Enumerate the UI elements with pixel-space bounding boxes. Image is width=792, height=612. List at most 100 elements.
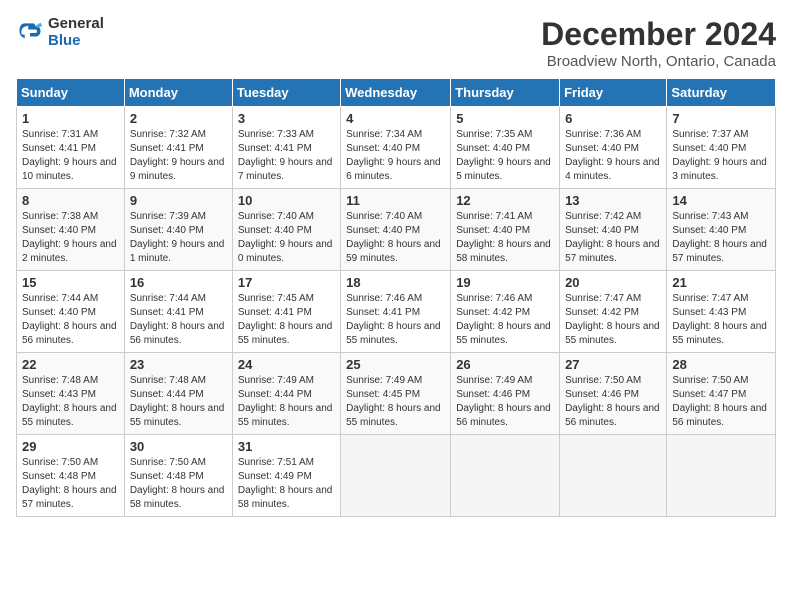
- day-number: 26: [456, 357, 554, 372]
- calendar-cell: 21 Sunrise: 7:47 AM Sunset: 4:43 PM Dayli…: [667, 271, 776, 353]
- day-number: 30: [130, 439, 227, 454]
- day-number: 3: [238, 111, 335, 126]
- calendar-cell: 9Sunrise: 7:39 AM Sunset: 4:40 PM Daylig…: [124, 189, 232, 271]
- column-header-sunday: Sunday: [17, 79, 125, 107]
- day-info: Sunrise: 7:36 AM Sunset: 4:40 PM Dayligh…: [565, 128, 661, 184]
- calendar-cell: [667, 435, 776, 517]
- day-info: Sunrise: 7:49 AM Sunset: 4:45 PM Dayligh…: [346, 374, 445, 430]
- title-area: December 2024 Broadview North, Ontario, …: [541, 16, 776, 70]
- day-info: Sunrise: 7:44 AM Sunset: 4:41 PM Dayligh…: [130, 292, 227, 348]
- day-info: Sunrise: 7:44 AM Sunset: 4:40 PM Dayligh…: [22, 292, 119, 348]
- day-info: Sunrise: 7:41 AM Sunset: 4:40 PM Dayligh…: [456, 210, 554, 266]
- logo-icon: [16, 19, 44, 47]
- day-number: 23: [130, 357, 227, 372]
- day-number: 14: [672, 193, 770, 208]
- day-number: 11: [346, 193, 445, 208]
- calendar-cell: 19 Sunrise: 7:46 AM Sunset: 4:42 PM Dayli…: [451, 271, 560, 353]
- day-number: 28: [672, 357, 770, 372]
- calendar-cell: [560, 435, 667, 517]
- calendar-cell: 7 Sunrise: 7:37 AM Sunset: 4:40 PM Daylig…: [667, 107, 776, 189]
- day-info: Sunrise: 7:33 AM Sunset: 4:41 PM Dayligh…: [238, 128, 335, 184]
- day-info: Sunrise: 7:47 AM Sunset: 4:43 PM Dayligh…: [672, 292, 770, 348]
- day-number: 8: [22, 193, 119, 208]
- day-number: 27: [565, 357, 661, 372]
- calendar-cell: 10Sunrise: 7:40 AM Sunset: 4:40 PM Dayli…: [232, 189, 340, 271]
- column-header-friday: Friday: [560, 79, 667, 107]
- logo-general-text: General: [48, 16, 104, 33]
- calendar-cell: 22 Sunrise: 7:48 AM Sunset: 4:43 PM Dayli…: [17, 353, 125, 435]
- day-number: 29: [22, 439, 119, 454]
- week-row-5: 29 Sunrise: 7:50 AM Sunset: 4:48 PM Dayli…: [17, 435, 776, 517]
- day-info: Sunrise: 7:47 AM Sunset: 4:42 PM Dayligh…: [565, 292, 661, 348]
- calendar-cell: 20 Sunrise: 7:47 AM Sunset: 4:42 PM Dayli…: [560, 271, 667, 353]
- day-number: 16: [130, 275, 227, 290]
- calendar-cell: 31Sunrise: 7:51 AM Sunset: 4:49 PM Dayli…: [232, 435, 340, 517]
- day-info: Sunrise: 7:39 AM Sunset: 4:40 PM Dayligh…: [130, 210, 227, 266]
- calendar-cell: 16 Sunrise: 7:44 AM Sunset: 4:41 PM Dayli…: [124, 271, 232, 353]
- day-number: 1: [22, 111, 119, 126]
- day-info: Sunrise: 7:49 AM Sunset: 4:44 PM Dayligh…: [238, 374, 335, 430]
- day-info: Sunrise: 7:51 AM Sunset: 4:49 PM Dayligh…: [238, 456, 335, 512]
- day-info: Sunrise: 7:40 AM Sunset: 4:40 PM Dayligh…: [238, 210, 335, 266]
- day-number: 2: [130, 111, 227, 126]
- week-row-1: 1Sunrise: 7:31 AM Sunset: 4:41 PM Daylig…: [17, 107, 776, 189]
- column-header-saturday: Saturday: [667, 79, 776, 107]
- day-info: Sunrise: 7:42 AM Sunset: 4:40 PM Dayligh…: [565, 210, 661, 266]
- day-number: 6: [565, 111, 661, 126]
- day-number: 12: [456, 193, 554, 208]
- day-number: 24: [238, 357, 335, 372]
- week-row-3: 15Sunrise: 7:44 AM Sunset: 4:40 PM Dayli…: [17, 271, 776, 353]
- calendar-cell: 23Sunrise: 7:48 AM Sunset: 4:44 PM Dayli…: [124, 353, 232, 435]
- calendar-cell: 25 Sunrise: 7:49 AM Sunset: 4:45 PM Dayli…: [341, 353, 451, 435]
- day-info: Sunrise: 7:38 AM Sunset: 4:40 PM Dayligh…: [22, 210, 119, 266]
- day-info: Sunrise: 7:34 AM Sunset: 4:40 PM Dayligh…: [346, 128, 445, 184]
- calendar-header-row: SundayMondayTuesdayWednesdayThursdayFrid…: [17, 79, 776, 107]
- calendar-cell: 18 Sunrise: 7:46 AM Sunset: 4:41 PM Dayli…: [341, 271, 451, 353]
- week-row-4: 22 Sunrise: 7:48 AM Sunset: 4:43 PM Dayli…: [17, 353, 776, 435]
- day-number: 20: [565, 275, 661, 290]
- calendar-cell: 17 Sunrise: 7:45 AM Sunset: 4:41 PM Dayli…: [232, 271, 340, 353]
- calendar-cell: 11 Sunrise: 7:40 AM Sunset: 4:40 PM Dayli…: [341, 189, 451, 271]
- day-number: 4: [346, 111, 445, 126]
- day-info: Sunrise: 7:40 AM Sunset: 4:40 PM Dayligh…: [346, 210, 445, 266]
- day-info: Sunrise: 7:50 AM Sunset: 4:48 PM Dayligh…: [22, 456, 119, 512]
- day-number: 7: [672, 111, 770, 126]
- day-info: Sunrise: 7:50 AM Sunset: 4:48 PM Dayligh…: [130, 456, 227, 512]
- day-number: 21: [672, 275, 770, 290]
- day-info: Sunrise: 7:49 AM Sunset: 4:46 PM Dayligh…: [456, 374, 554, 430]
- day-info: Sunrise: 7:46 AM Sunset: 4:42 PM Dayligh…: [456, 292, 554, 348]
- day-info: Sunrise: 7:48 AM Sunset: 4:43 PM Dayligh…: [22, 374, 119, 430]
- day-info: Sunrise: 7:46 AM Sunset: 4:41 PM Dayligh…: [346, 292, 445, 348]
- calendar-table: SundayMondayTuesdayWednesdayThursdayFrid…: [16, 78, 776, 517]
- day-info: Sunrise: 7:32 AM Sunset: 4:41 PM Dayligh…: [130, 128, 227, 184]
- calendar-cell: 5Sunrise: 7:35 AM Sunset: 4:40 PM Daylig…: [451, 107, 560, 189]
- calendar-cell: 4 Sunrise: 7:34 AM Sunset: 4:40 PM Daylig…: [341, 107, 451, 189]
- day-info: Sunrise: 7:50 AM Sunset: 4:47 PM Dayligh…: [672, 374, 770, 430]
- day-number: 18: [346, 275, 445, 290]
- day-info: Sunrise: 7:35 AM Sunset: 4:40 PM Dayligh…: [456, 128, 554, 184]
- calendar-cell: 2 Sunrise: 7:32 AM Sunset: 4:41 PM Daylig…: [124, 107, 232, 189]
- column-header-thursday: Thursday: [451, 79, 560, 107]
- calendar-cell: 24 Sunrise: 7:49 AM Sunset: 4:44 PM Dayli…: [232, 353, 340, 435]
- calendar-cell: 28 Sunrise: 7:50 AM Sunset: 4:47 PM Dayli…: [667, 353, 776, 435]
- day-number: 22: [22, 357, 119, 372]
- logo-text: General Blue: [48, 16, 104, 49]
- logo: General Blue: [16, 16, 104, 49]
- calendar-cell: 26 Sunrise: 7:49 AM Sunset: 4:46 PM Dayli…: [451, 353, 560, 435]
- calendar-cell: 14Sunrise: 7:43 AM Sunset: 4:40 PM Dayli…: [667, 189, 776, 271]
- day-number: 25: [346, 357, 445, 372]
- day-info: Sunrise: 7:50 AM Sunset: 4:46 PM Dayligh…: [565, 374, 661, 430]
- day-number: 19: [456, 275, 554, 290]
- calendar-cell: 6 Sunrise: 7:36 AM Sunset: 4:40 PM Daylig…: [560, 107, 667, 189]
- calendar-body: 1Sunrise: 7:31 AM Sunset: 4:41 PM Daylig…: [17, 107, 776, 517]
- day-info: Sunrise: 7:45 AM Sunset: 4:41 PM Dayligh…: [238, 292, 335, 348]
- header: General Blue December 2024 Broadview Nor…: [16, 16, 776, 70]
- day-number: 13: [565, 193, 661, 208]
- calendar-cell: 13 Sunrise: 7:42 AM Sunset: 4:40 PM Dayli…: [560, 189, 667, 271]
- column-header-wednesday: Wednesday: [341, 79, 451, 107]
- calendar-cell: [341, 435, 451, 517]
- calendar-cell: 15Sunrise: 7:44 AM Sunset: 4:40 PM Dayli…: [17, 271, 125, 353]
- day-number: 17: [238, 275, 335, 290]
- month-title: December 2024: [541, 16, 776, 53]
- day-info: Sunrise: 7:37 AM Sunset: 4:40 PM Dayligh…: [672, 128, 770, 184]
